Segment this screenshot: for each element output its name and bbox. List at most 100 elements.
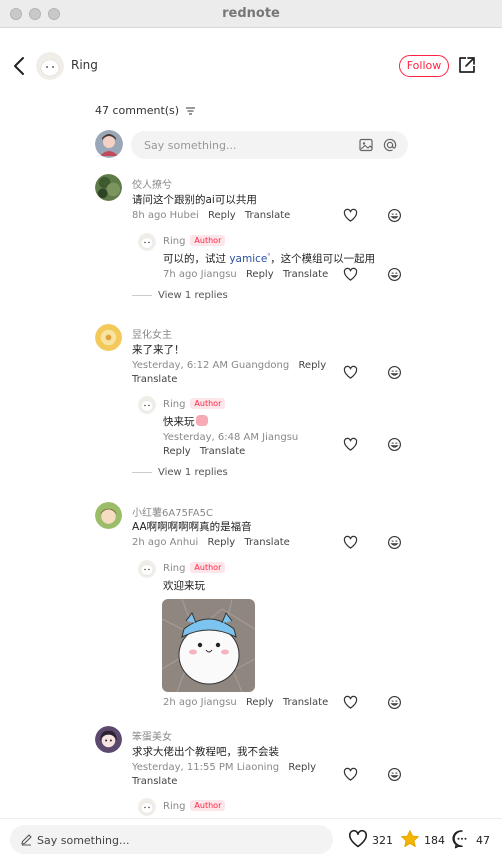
- comment-bubble-icon[interactable]: [452, 829, 472, 849]
- reply-meta: Yesterday, 6:48 AM Jiangsu: [163, 432, 298, 443]
- author-avatar[interactable]: [36, 52, 64, 80]
- comment-meta-wrap: Translate: [132, 374, 177, 385]
- my-avatar: [95, 130, 123, 158]
- emoji-reaction-icon[interactable]: [387, 208, 402, 223]
- reply-author-name[interactable]: Ring Author: [163, 235, 226, 247]
- comment-count-label: 47 comment(s): [95, 104, 180, 117]
- commenter-avatar[interactable]: [95, 502, 122, 529]
- favorite-count: 184: [424, 834, 445, 847]
- reply-button[interactable]: Reply: [207, 537, 235, 548]
- view-replies-label[interactable]: View 1 replies: [158, 467, 228, 478]
- comment-time-location: 2h ago Anhui: [132, 537, 199, 548]
- like-heart-icon[interactable]: [343, 767, 358, 782]
- commenter-name[interactable]: 笨蛋美女: [132, 728, 172, 743]
- reply-avatar[interactable]: [138, 396, 156, 414]
- translate-button[interactable]: Translate: [132, 374, 177, 385]
- comment-count-bottom: 47: [476, 834, 490, 847]
- comment-text: 请问这个跟别的ai可以共用: [132, 194, 257, 206]
- reply-time-location: 7h ago Jiangsu: [163, 269, 237, 280]
- comment-time-location: 8h ago Hubei: [132, 210, 199, 221]
- reply-text-content: 快来玩: [163, 416, 195, 428]
- reply-text: 欢迎来玩: [163, 580, 205, 592]
- reply-text-end: ，这个模组可以一起用: [270, 253, 376, 265]
- comment-meta-wrap: Translate: [132, 776, 177, 787]
- window-title: rednote: [222, 6, 280, 21]
- commenter-avatar[interactable]: [95, 174, 122, 201]
- reply-image-sticker[interactable]: [162, 599, 255, 692]
- reply-author-label[interactable]: Ring: [163, 563, 185, 574]
- like-heart-icon[interactable]: [343, 208, 358, 223]
- pencil-icon: [21, 834, 32, 846]
- like-heart-icon[interactable]: [343, 365, 358, 380]
- commenter-avatar[interactable]: [95, 324, 122, 351]
- reply-button[interactable]: Reply: [246, 697, 274, 708]
- reply-button[interactable]: Reply: [246, 269, 274, 280]
- like-count: 321: [372, 834, 393, 847]
- author-name[interactable]: Ring: [71, 58, 98, 72]
- divider: [132, 294, 152, 296]
- comment-meta: 2h ago Anhui Reply Translate: [132, 537, 290, 548]
- share-icon[interactable]: [457, 55, 477, 75]
- comment-time-location: Yesterday, 11:55 PM Liaoning: [132, 762, 280, 773]
- reply-button[interactable]: Reply: [288, 762, 316, 773]
- translate-button[interactable]: Translate: [245, 210, 290, 221]
- mention-at-icon[interactable]: [382, 137, 398, 153]
- translate-button[interactable]: Translate: [283, 269, 328, 280]
- commenter-name[interactable]: 小红薯6A75FA5C: [132, 504, 213, 519]
- comment-text: 求求大佬出个教程吧，我不会装: [132, 746, 279, 758]
- view-replies-label[interactable]: View 1 replies: [158, 290, 228, 301]
- mention-link[interactable]: yamice: [229, 253, 267, 265]
- translate-button[interactable]: Translate: [244, 537, 289, 548]
- emoji-reaction-icon[interactable]: [387, 767, 402, 782]
- reply-avatar[interactable]: [138, 560, 156, 578]
- reply-button[interactable]: Reply: [163, 446, 191, 457]
- reply-button[interactable]: Reply: [298, 360, 326, 371]
- pig-emoji-icon: [195, 415, 208, 426]
- reply-author-label[interactable]: Ring: [163, 399, 185, 410]
- view-replies-button[interactable]: View 1 replies: [132, 290, 228, 301]
- like-heart-icon[interactable]: [343, 437, 358, 452]
- comment-time-location: Yesterday, 6:12 AM Guangdong: [132, 360, 290, 371]
- comment-input[interactable]: Say something...: [131, 131, 408, 159]
- reply-author-name[interactable]: Ring Author: [163, 562, 226, 574]
- reply-author-name[interactable]: Ring Author: [163, 398, 226, 410]
- reply-button[interactable]: Reply: [208, 210, 236, 221]
- reply-text-start: 可以的，试过: [163, 253, 230, 265]
- author-badge: Author: [190, 562, 226, 573]
- commenter-avatar[interactable]: [95, 726, 122, 753]
- reply-author-name[interactable]: Ring Author: [163, 800, 226, 812]
- image-icon[interactable]: [358, 137, 374, 153]
- author-badge: Author: [190, 800, 226, 811]
- like-heart-icon[interactable]: [343, 267, 358, 282]
- reply-avatar[interactable]: [138, 798, 156, 816]
- emoji-reaction-icon[interactable]: [387, 437, 402, 452]
- bottom-action-bar: Say something... 321 184 47: [0, 818, 502, 859]
- like-heart-icon[interactable]: [343, 535, 358, 550]
- star-favorite-icon[interactable]: [400, 829, 420, 849]
- view-replies-button[interactable]: View 1 replies: [132, 467, 228, 478]
- like-heart-icon[interactable]: [348, 829, 368, 849]
- like-heart-icon[interactable]: [343, 695, 358, 710]
- commenter-name[interactable]: 昱化女主: [132, 326, 172, 341]
- bottom-comment-input[interactable]: Say something...: [10, 825, 333, 854]
- reply-avatar[interactable]: [138, 233, 156, 251]
- author-badge: Author: [190, 398, 226, 409]
- reply-meta-actions: Reply Translate: [163, 446, 245, 457]
- window-titlebar: rednote: [0, 0, 502, 28]
- emoji-reaction-icon[interactable]: [387, 267, 402, 282]
- translate-button[interactable]: Translate: [283, 697, 328, 708]
- follow-button[interactable]: Follow: [399, 55, 449, 77]
- reply-author-label[interactable]: Ring: [163, 801, 185, 812]
- reply-author-label[interactable]: Ring: [163, 236, 185, 247]
- emoji-reaction-icon[interactable]: [387, 695, 402, 710]
- translate-button[interactable]: Translate: [200, 446, 245, 457]
- emoji-reaction-icon[interactable]: [387, 535, 402, 550]
- sort-filter-icon[interactable]: [185, 107, 195, 115]
- commenter-name[interactable]: 佼人撩兮: [132, 176, 172, 191]
- comment-meta: Yesterday, 6:12 AM Guangdong Reply: [132, 360, 326, 371]
- emoji-reaction-icon[interactable]: [387, 365, 402, 380]
- author-badge: Author: [190, 235, 226, 246]
- reply-time-location: 2h ago Jiangsu: [163, 697, 237, 708]
- translate-button[interactable]: Translate: [132, 776, 177, 787]
- back-arrow-icon[interactable]: [10, 55, 30, 77]
